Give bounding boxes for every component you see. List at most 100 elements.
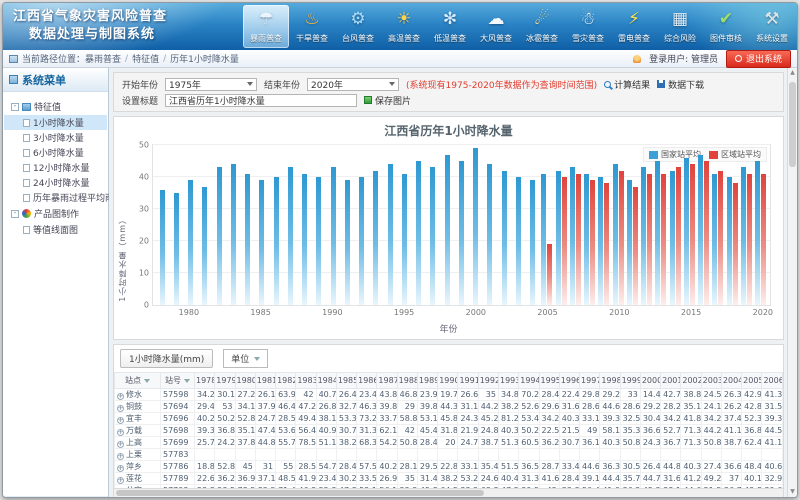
toolbar-item-typhoon[interactable]: ⚙台风普查 [335, 5, 381, 48]
sidebar-item-3小时降水量[interactable]: 3小时降水量 [4, 130, 107, 145]
toolbar-item-low-temp[interactable]: ✻低温普查 [427, 5, 473, 48]
breadcrumb-item[interactable]: 特征值 [132, 52, 159, 65]
station-name-cell[interactable]: +上高 [115, 437, 161, 449]
year-column-header[interactable]: 1985 [336, 373, 356, 389]
breadcrumb-item[interactable]: 历年1小时降水量 [170, 52, 239, 65]
vertical-scrollbar-thumb[interactable] [789, 82, 796, 167]
table-row: +萍乡5778618.852.845315528.554.728.457.540… [115, 461, 783, 473]
year-column-header[interactable]: 1989 [417, 373, 437, 389]
year-column-header[interactable]: 2006 [762, 373, 783, 389]
year-column-header[interactable]: 1990 [438, 373, 458, 389]
sidebar-item-等值线面图[interactable]: 等值线面图 [4, 222, 107, 237]
expand-icon[interactable]: + [117, 477, 124, 484]
value-cell: 34.1 [235, 401, 255, 413]
scroll-down-arrow[interactable]: ▼ [788, 487, 797, 497]
expand-icon[interactable]: + [117, 441, 124, 448]
year-column-header[interactable]: 1979 [215, 373, 235, 389]
year-column-header[interactable]: 1998 [600, 373, 620, 389]
sidebar-item-历年暴雨过程平均雨量[interactable]: 历年暴雨过程平均雨量 [4, 190, 107, 205]
year-column-header[interactable]: 2002 [681, 373, 701, 389]
toolbar-item-settings[interactable]: ⚒系统设置 [749, 5, 795, 48]
value-cell [235, 449, 255, 461]
year-column-header[interactable]: 1980 [235, 373, 255, 389]
column-header-站号[interactable]: 站号 [161, 373, 195, 389]
year-column-header[interactable]: 2003 [701, 373, 721, 389]
expand-icon[interactable]: + [117, 429, 124, 436]
toolbar-item-hail[interactable]: ☄冰雹普查 [519, 5, 565, 48]
sidebar-item-12小时降水量[interactable]: 12小时降水量 [4, 160, 107, 175]
year-column-header[interactable]: 1993 [498, 373, 518, 389]
year-column-header[interactable]: 1997 [580, 373, 600, 389]
expand-icon[interactable]: + [117, 453, 124, 460]
expand-icon[interactable]: + [117, 417, 124, 424]
toolbar-item-snow[interactable]: ☃雪灾普查 [565, 5, 611, 48]
station-name-cell[interactable]: +上栗 [115, 449, 161, 461]
year-column-header[interactable]: 1986 [357, 373, 377, 389]
year-column-header[interactable]: 2005 [742, 373, 762, 389]
year-column-header[interactable]: 1982 [276, 373, 296, 389]
station-name-cell[interactable]: +莲花 [115, 473, 161, 485]
station-name-cell[interactable]: +萍乡 [115, 461, 161, 473]
station-name-cell[interactable]: +修水 [115, 389, 161, 401]
expand-icon[interactable]: + [117, 393, 124, 400]
toolbar-item-composite-risk[interactable]: ▦综合风险 [657, 5, 703, 48]
year-column-header[interactable]: 1981 [255, 373, 275, 389]
sidebar-item-1小时降水量[interactable]: 1小时降水量 [4, 115, 107, 130]
year-column-header[interactable]: 1987 [377, 373, 397, 389]
station-name-cell[interactable]: +宜丰 [115, 413, 161, 425]
year-column-header[interactable]: 1988 [397, 373, 417, 389]
year-column-header[interactable]: 2001 [661, 373, 681, 389]
x-tick-label: 1995 [394, 308, 414, 317]
vertical-scrollbar[interactable]: ▲ ▼ [787, 68, 797, 497]
year-column-header[interactable]: 2000 [640, 373, 660, 389]
horizontal-scrollbar[interactable] [114, 488, 783, 497]
year-column-header[interactable]: 1983 [296, 373, 316, 389]
expander-icon[interactable]: - [11, 210, 19, 218]
toolbar-item-gale[interactable]: ☁大风普查 [473, 5, 519, 48]
unit-select[interactable]: 单位 [223, 349, 268, 368]
year-column-header[interactable]: 1991 [458, 373, 478, 389]
sidebar-item-6小时降水量[interactable]: 6小时降水量 [4, 145, 107, 160]
end-year-select[interactable]: 2020年 [307, 78, 399, 91]
year-column-header[interactable]: 2004 [721, 373, 741, 389]
year-column-header[interactable]: 1978 [195, 373, 215, 389]
year-column-header[interactable]: 1996 [559, 373, 579, 389]
calculate-button[interactable]: 计算结果 [604, 78, 650, 91]
toolbar-item-drought[interactable]: ♨干旱普查 [289, 5, 335, 48]
value-cell [742, 449, 762, 461]
view-selector-button[interactable]: 1小时降水量(mm) [120, 349, 213, 368]
year-column-header[interactable]: 1992 [478, 373, 498, 389]
breadcrumb-item[interactable]: 暴雨普查 [85, 52, 121, 65]
value-cell: 22.5 [539, 425, 559, 437]
data-download-button[interactable]: 数据下载 [657, 78, 704, 91]
sidebar-item-24小时降水量[interactable]: 24小时降水量 [4, 175, 107, 190]
start-year-select[interactable]: 1975年 [165, 78, 257, 91]
toolbar-item-high-temp[interactable]: ☀高温普查 [381, 5, 427, 48]
toolbar-item-rainstorm[interactable]: ☂暴雨普查 [243, 5, 289, 48]
image-icon [364, 96, 372, 104]
station-name-cell[interactable]: +万载 [115, 425, 161, 437]
chart-title-input[interactable] [165, 94, 357, 107]
toolbar-item-lightning[interactable]: ⚡雷电普查 [611, 5, 657, 48]
expand-icon[interactable]: + [117, 465, 124, 472]
value-cell: 33.4 [559, 461, 579, 473]
exit-system-button[interactable]: 退出系统 [726, 50, 791, 68]
expand-icon[interactable]: + [117, 405, 124, 412]
value-cell: 53.4 [519, 413, 539, 425]
year-column-header[interactable]: 1984 [316, 373, 336, 389]
column-header-站点[interactable]: 站点 [115, 373, 161, 389]
toolbar-item-map-review[interactable]: ✔图件审核 [703, 5, 749, 48]
save-image-button[interactable]: 保存图片 [364, 94, 411, 107]
sort-icon[interactable] [144, 379, 150, 383]
year-column-header[interactable]: 1995 [539, 373, 559, 389]
year-column-header[interactable]: 1999 [620, 373, 640, 389]
expander-icon[interactable]: - [11, 103, 19, 111]
horizontal-scrollbar-thumb[interactable] [116, 490, 484, 496]
tree-group-1[interactable]: -产品图制作 [4, 205, 107, 222]
value-cell: 41.2 [681, 473, 701, 485]
sort-icon[interactable] [184, 379, 190, 383]
scroll-up-arrow[interactable]: ▲ [788, 68, 797, 78]
tree-group-0[interactable]: -特征值 [4, 98, 107, 115]
station-name-cell[interactable]: +铜鼓 [115, 401, 161, 413]
year-column-header[interactable]: 1994 [519, 373, 539, 389]
